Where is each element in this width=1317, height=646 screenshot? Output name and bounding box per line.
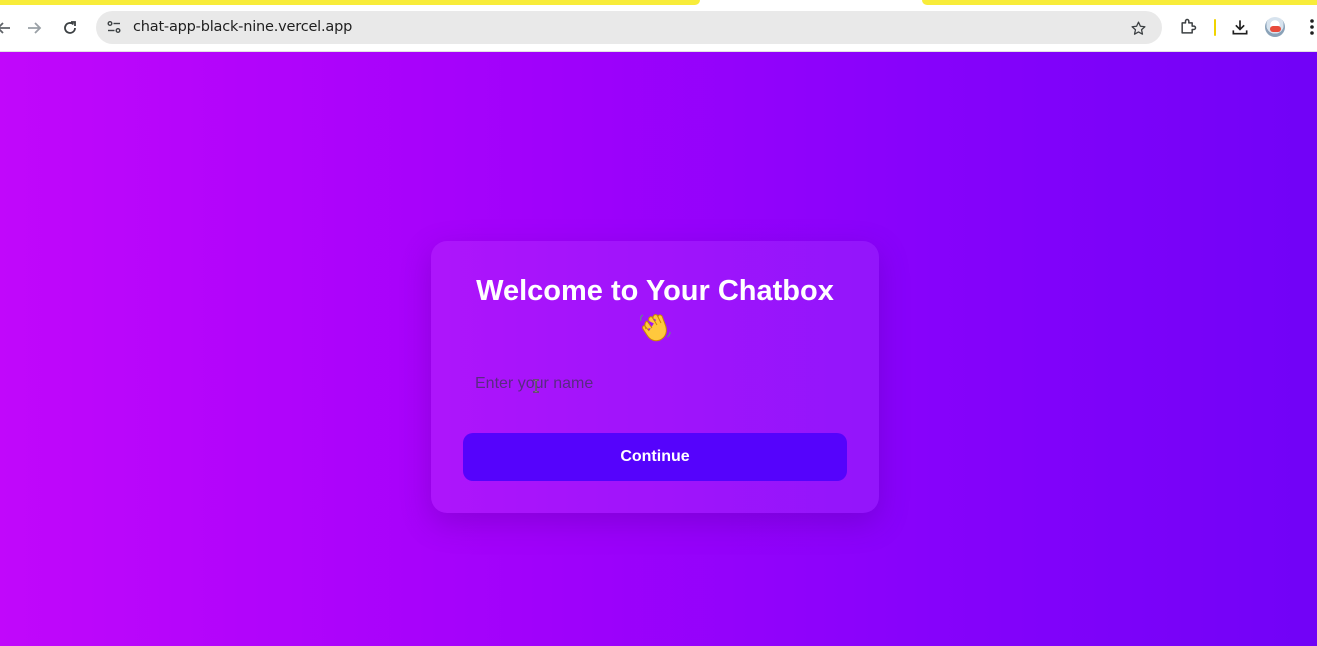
reload-button[interactable] (56, 14, 84, 42)
text-cursor-icon (533, 379, 539, 393)
forward-button[interactable] (20, 14, 48, 42)
tab-strip-highlight (0, 0, 700, 5)
back-button[interactable] (0, 14, 18, 42)
extensions-icon (1181, 18, 1197, 34)
more-menu-button[interactable] (1300, 15, 1317, 39)
download-icon (1232, 20, 1248, 35)
forward-icon (28, 22, 42, 34)
download-button[interactable] (1228, 15, 1252, 39)
welcome-card: Welcome to Your Chatbox Continue (431, 241, 879, 513)
waving-hand-icon (639, 314, 671, 342)
site-info-button[interactable] (104, 17, 124, 37)
back-icon (0, 22, 10, 34)
welcome-heading-text: Welcome to Your Chatbox (476, 275, 834, 307)
url-text[interactable]: chat-app-black-nine.vercel.app (133, 19, 352, 35)
page-background: Welcome to Your Chatbox Continue (0, 52, 1317, 646)
browser-toolbar: chat-app-black-nine.vercel.app (0, 0, 1317, 52)
profile-avatar[interactable] (1265, 17, 1285, 37)
welcome-heading: Welcome to Your Chatbox (431, 273, 879, 345)
more-menu-icon (1310, 19, 1314, 35)
extensions-button[interactable] (1176, 15, 1200, 39)
bookmark-button[interactable] (1128, 18, 1148, 38)
reload-icon (64, 21, 76, 34)
continue-button[interactable]: Continue (463, 433, 847, 481)
name-input[interactable] (463, 360, 847, 408)
tab-strip-highlight (922, 0, 1317, 5)
site-info-icon (107, 21, 121, 33)
toolbar-separator (1214, 19, 1216, 36)
bookmark-star-icon (1130, 20, 1146, 35)
address-bar[interactable]: chat-app-black-nine.vercel.app (96, 11, 1162, 44)
